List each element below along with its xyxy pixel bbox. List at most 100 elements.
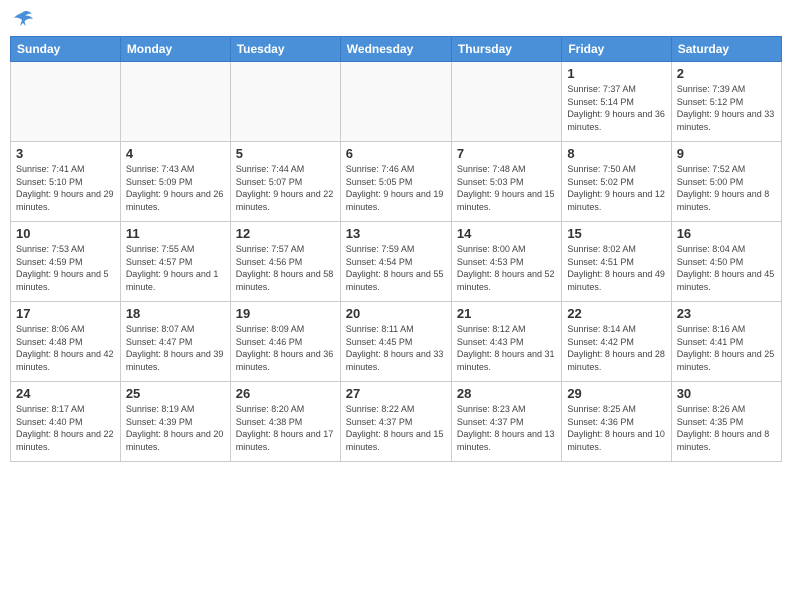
day-info: Sunrise: 8:26 AM Sunset: 4:35 PM Dayligh… xyxy=(677,403,776,453)
day-info: Sunrise: 8:17 AM Sunset: 4:40 PM Dayligh… xyxy=(16,403,115,453)
day-info: Sunrise: 7:57 AM Sunset: 4:56 PM Dayligh… xyxy=(236,243,335,293)
calendar-table: Sunday Monday Tuesday Wednesday Thursday… xyxy=(10,36,782,462)
day-info: Sunrise: 7:41 AM Sunset: 5:10 PM Dayligh… xyxy=(16,163,115,213)
day-info: Sunrise: 7:39 AM Sunset: 5:12 PM Dayligh… xyxy=(677,83,776,133)
day-info: Sunrise: 7:37 AM Sunset: 5:14 PM Dayligh… xyxy=(567,83,665,133)
logo-bird-icon xyxy=(12,10,34,28)
day-number: 29 xyxy=(567,386,665,401)
day-number: 4 xyxy=(126,146,225,161)
day-number: 6 xyxy=(346,146,446,161)
calendar-cell: 1 Sunrise: 7:37 AM Sunset: 5:14 PM Daylig… xyxy=(562,62,671,142)
calendar-cell: 25 Sunrise: 8:19 AM Sunset: 4:39 PM Dayli… xyxy=(120,382,230,462)
day-number: 23 xyxy=(677,306,776,321)
day-info: Sunrise: 8:02 AM Sunset: 4:51 PM Dayligh… xyxy=(567,243,665,293)
page: Sunday Monday Tuesday Wednesday Thursday… xyxy=(0,0,792,612)
calendar-cell: 7 Sunrise: 7:48 AM Sunset: 5:03 PM Daylig… xyxy=(451,142,561,222)
calendar-cell: 18 Sunrise: 8:07 AM Sunset: 4:47 PM Dayli… xyxy=(120,302,230,382)
calendar-cell: 20Sunrise: 8:11 AM Sunset: 4:45 PM Dayli… xyxy=(340,302,451,382)
col-friday: Friday xyxy=(562,37,671,62)
calendar-cell: 11 Sunrise: 7:55 AM Sunset: 4:57 PM Dayli… xyxy=(120,222,230,302)
day-info: Sunrise: 7:50 AM Sunset: 5:02 PM Dayligh… xyxy=(567,163,665,213)
day-info: Sunrise: 7:43 AM Sunset: 5:09 PM Dayligh… xyxy=(126,163,225,213)
day-number: 16 xyxy=(677,226,776,241)
day-info: Sunrise: 8:06 AM Sunset: 4:48 PM Dayligh… xyxy=(16,323,115,373)
day-number: 15 xyxy=(567,226,665,241)
col-sunday: Sunday xyxy=(11,37,121,62)
day-number: 1 xyxy=(567,66,665,81)
calendar-header-row: Sunday Monday Tuesday Wednesday Thursday… xyxy=(11,37,782,62)
day-number: 9 xyxy=(677,146,776,161)
calendar-cell: 12 Sunrise: 7:57 AM Sunset: 4:56 PM Dayli… xyxy=(230,222,340,302)
day-number: 30 xyxy=(677,386,776,401)
calendar-cell: 3Sunrise: 7:41 AM Sunset: 5:10 PM Daylig… xyxy=(11,142,121,222)
day-number: 24 xyxy=(16,386,115,401)
col-monday: Monday xyxy=(120,37,230,62)
day-info: Sunrise: 7:46 AM Sunset: 5:05 PM Dayligh… xyxy=(346,163,446,213)
calendar-cell: 10 Sunrise: 7:53 AM Sunset: 4:59 PM Dayli… xyxy=(11,222,121,302)
col-thursday: Thursday xyxy=(451,37,561,62)
day-info: Sunrise: 8:12 AM Sunset: 4:43 PM Dayligh… xyxy=(457,323,556,373)
day-number: 18 xyxy=(126,306,225,321)
day-info: Sunrise: 8:19 AM Sunset: 4:39 PM Dayligh… xyxy=(126,403,225,453)
calendar-cell: 15 Sunrise: 8:02 AM Sunset: 4:51 PM Dayli… xyxy=(562,222,671,302)
calendar-week-row: 3Sunrise: 7:41 AM Sunset: 5:10 PM Daylig… xyxy=(11,142,782,222)
day-info: Sunrise: 7:59 AM Sunset: 4:54 PM Dayligh… xyxy=(346,243,446,293)
day-info: Sunrise: 7:44 AM Sunset: 5:07 PM Dayligh… xyxy=(236,163,335,213)
calendar-cell: 22 Sunrise: 8:14 AM Sunset: 4:42 PM Dayli… xyxy=(562,302,671,382)
calendar-cell: 29 Sunrise: 8:25 AM Sunset: 4:36 PM Dayli… xyxy=(562,382,671,462)
col-saturday: Saturday xyxy=(671,37,781,62)
calendar-cell: 26 Sunrise: 8:20 AM Sunset: 4:38 PM Dayli… xyxy=(230,382,340,462)
calendar-cell: 19 Sunrise: 8:09 AM Sunset: 4:46 PM Dayli… xyxy=(230,302,340,382)
day-number: 8 xyxy=(567,146,665,161)
day-info: Sunrise: 7:53 AM Sunset: 4:59 PM Dayligh… xyxy=(16,243,115,293)
day-info: Sunrise: 7:55 AM Sunset: 4:57 PM Dayligh… xyxy=(126,243,225,293)
day-info: Sunrise: 8:14 AM Sunset: 4:42 PM Dayligh… xyxy=(567,323,665,373)
calendar-week-row: 24 Sunrise: 8:17 AM Sunset: 4:40 PM Dayli… xyxy=(11,382,782,462)
day-number: 14 xyxy=(457,226,556,241)
day-number: 13 xyxy=(346,226,446,241)
day-number: 25 xyxy=(126,386,225,401)
logo xyxy=(10,10,36,28)
calendar-week-row: 17 Sunrise: 8:06 AM Sunset: 4:48 PM Dayli… xyxy=(11,302,782,382)
day-number: 5 xyxy=(236,146,335,161)
calendar-cell xyxy=(230,62,340,142)
calendar-cell: 4 Sunrise: 7:43 AM Sunset: 5:09 PM Daylig… xyxy=(120,142,230,222)
day-number: 2 xyxy=(677,66,776,81)
day-info: Sunrise: 8:04 AM Sunset: 4:50 PM Dayligh… xyxy=(677,243,776,293)
day-number: 28 xyxy=(457,386,556,401)
calendar-cell: 24 Sunrise: 8:17 AM Sunset: 4:40 PM Dayli… xyxy=(11,382,121,462)
day-info: Sunrise: 8:09 AM Sunset: 4:46 PM Dayligh… xyxy=(236,323,335,373)
day-info: Sunrise: 8:16 AM Sunset: 4:41 PM Dayligh… xyxy=(677,323,776,373)
calendar-cell: 27Sunrise: 8:22 AM Sunset: 4:37 PM Dayli… xyxy=(340,382,451,462)
day-info: Sunrise: 8:20 AM Sunset: 4:38 PM Dayligh… xyxy=(236,403,335,453)
calendar-cell: 8 Sunrise: 7:50 AM Sunset: 5:02 PM Daylig… xyxy=(562,142,671,222)
day-number: 7 xyxy=(457,146,556,161)
day-number: 11 xyxy=(126,226,225,241)
day-number: 17 xyxy=(16,306,115,321)
day-info: Sunrise: 8:23 AM Sunset: 4:37 PM Dayligh… xyxy=(457,403,556,453)
day-number: 27 xyxy=(346,386,446,401)
calendar-cell: 17 Sunrise: 8:06 AM Sunset: 4:48 PM Dayli… xyxy=(11,302,121,382)
day-number: 10 xyxy=(16,226,115,241)
calendar-cell: 9Sunrise: 7:52 AM Sunset: 5:00 PM Daylig… xyxy=(671,142,781,222)
header xyxy=(10,10,782,28)
day-info: Sunrise: 7:48 AM Sunset: 5:03 PM Dayligh… xyxy=(457,163,556,213)
calendar-cell xyxy=(451,62,561,142)
calendar-cell: 16 Sunrise: 8:04 AM Sunset: 4:50 PM Dayli… xyxy=(671,222,781,302)
day-info: Sunrise: 8:11 AM Sunset: 4:45 PM Dayligh… xyxy=(346,323,446,373)
calendar-cell: 21Sunrise: 8:12 AM Sunset: 4:43 PM Dayli… xyxy=(451,302,561,382)
calendar-cell xyxy=(11,62,121,142)
col-wednesday: Wednesday xyxy=(340,37,451,62)
calendar-week-row: 10 Sunrise: 7:53 AM Sunset: 4:59 PM Dayli… xyxy=(11,222,782,302)
day-info: Sunrise: 8:25 AM Sunset: 4:36 PM Dayligh… xyxy=(567,403,665,453)
day-info: Sunrise: 8:07 AM Sunset: 4:47 PM Dayligh… xyxy=(126,323,225,373)
day-number: 19 xyxy=(236,306,335,321)
day-info: Sunrise: 8:00 AM Sunset: 4:53 PM Dayligh… xyxy=(457,243,556,293)
day-number: 12 xyxy=(236,226,335,241)
calendar-cell: 23 Sunrise: 8:16 AM Sunset: 4:41 PM Dayli… xyxy=(671,302,781,382)
calendar-cell: 13 Sunrise: 7:59 AM Sunset: 4:54 PM Dayli… xyxy=(340,222,451,302)
calendar-cell: 6 Sunrise: 7:46 AM Sunset: 5:05 PM Daylig… xyxy=(340,142,451,222)
day-number: 26 xyxy=(236,386,335,401)
day-number: 22 xyxy=(567,306,665,321)
calendar-cell xyxy=(120,62,230,142)
